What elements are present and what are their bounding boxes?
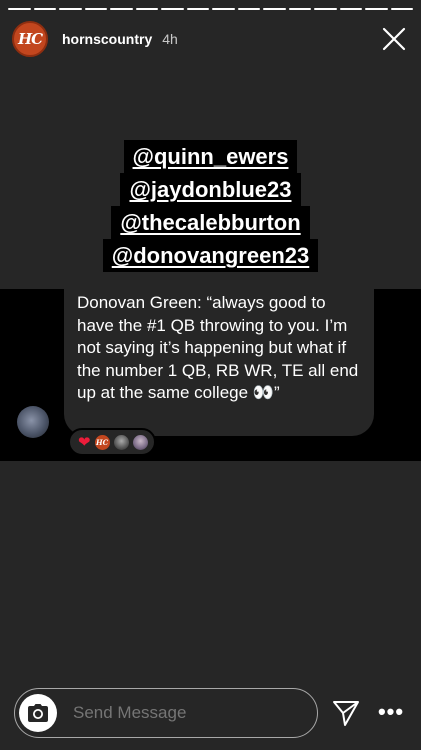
- reactor-avatar: [132, 434, 148, 450]
- avatar-initials: HC: [17, 30, 43, 48]
- mention-sticker[interactable]: @quinn_ewers: [123, 140, 298, 173]
- story-header: HC hornscountry 4h: [12, 20, 409, 58]
- send-message-input[interactable]: [73, 703, 294, 723]
- progress-segment: [84, 8, 107, 10]
- progress-segment: [390, 8, 413, 10]
- progress-segment: [135, 8, 158, 10]
- message-bubble: Donovan Green: “always good to have the …: [64, 289, 374, 436]
- camera-button[interactable]: [19, 694, 57, 732]
- progress-segment: [365, 8, 388, 10]
- heart-icon: ❤: [78, 433, 91, 451]
- share-icon[interactable]: [332, 699, 360, 727]
- account-avatar[interactable]: HC: [12, 21, 48, 57]
- progress-segment: [263, 8, 286, 10]
- reactor-avatar: [113, 434, 129, 450]
- progress-segment: [161, 8, 184, 10]
- message-text: Donovan Green: “always good to have the …: [77, 293, 359, 402]
- dm-screenshot: Donovan Green: “always good to have the …: [0, 289, 421, 461]
- progress-segment: [110, 8, 133, 10]
- progress-segment: [339, 8, 362, 10]
- sender-avatar: [17, 406, 49, 438]
- progress-segment: [314, 8, 337, 10]
- reactor-avatar: HC: [94, 434, 110, 450]
- progress-segment: [212, 8, 235, 10]
- mention-sticker[interactable]: @donovangreen23: [102, 239, 319, 272]
- mention-sticker[interactable]: @jaydonblue23: [120, 173, 301, 206]
- mention-stickers: @quinn_ewers @jaydonblue23 @thecalebburt…: [0, 140, 421, 272]
- send-message-box[interactable]: [14, 688, 318, 738]
- post-time: 4h: [162, 31, 178, 47]
- camera-icon: [28, 704, 48, 722]
- reply-bar: •••: [14, 688, 413, 738]
- progress-segment: [288, 8, 311, 10]
- story-progress-bar: [8, 8, 413, 10]
- reaction-bar: ❤ HC: [68, 428, 156, 456]
- progress-segment: [8, 8, 31, 10]
- more-options-icon[interactable]: •••: [376, 700, 406, 724]
- account-username[interactable]: hornscountry: [62, 31, 152, 47]
- close-icon[interactable]: [381, 26, 407, 52]
- progress-segment: [59, 8, 82, 10]
- progress-segment: [237, 8, 260, 10]
- progress-segment: [33, 8, 56, 10]
- mention-sticker[interactable]: @thecalebburton: [111, 206, 310, 239]
- progress-segment: [186, 8, 209, 10]
